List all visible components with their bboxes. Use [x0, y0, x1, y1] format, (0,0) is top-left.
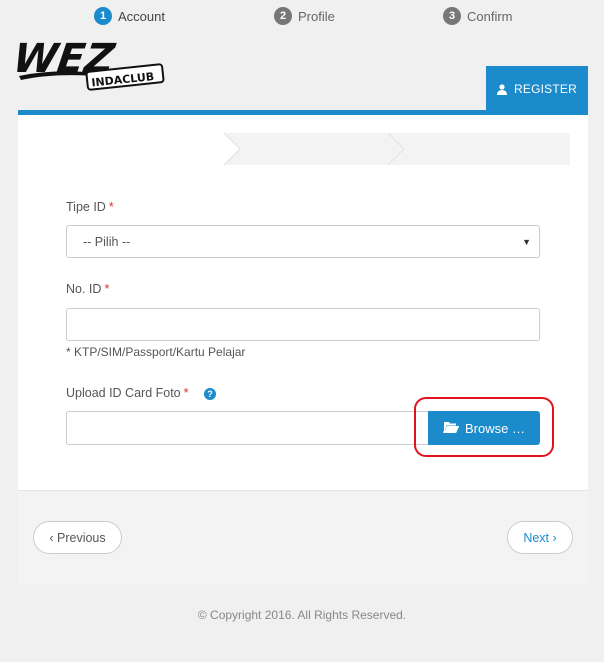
highlight-annotation — [414, 397, 554, 457]
copyright-text: © Copyright 2016. All Rights Reserved. — [197, 608, 407, 622]
step-account[interactable]: 1 Account — [94, 0, 165, 32]
caret-down-icon: ▼ — [522, 237, 531, 247]
step-label: Confirm — [467, 8, 513, 24]
required-marker: * — [183, 386, 189, 400]
tipe-id-select[interactable]: -- Pilih -- ▼ — [66, 225, 540, 258]
step-label: Profile — [298, 8, 335, 24]
step-active-background — [41, 133, 224, 165]
previous-button[interactable]: ‹ Previous — [33, 521, 122, 554]
no-id-hint: * KTP/SIM/Passport/Kartu Pelajar — [66, 345, 246, 359]
help-icon[interactable]: ? — [204, 388, 216, 400]
register-tab[interactable]: REGISTER — [486, 66, 588, 112]
no-id-input[interactable] — [66, 308, 540, 341]
upload-label-text: Upload ID Card Foto — [66, 386, 181, 400]
next-button[interactable]: Next › — [507, 521, 573, 554]
upload-label: Upload ID Card Foto * — [66, 386, 189, 400]
brand-logo: WEZ INDACLUB — [10, 34, 167, 94]
user-icon — [497, 83, 508, 95]
step-label: Account — [118, 8, 165, 24]
required-marker: * — [104, 282, 110, 296]
step-chevron — [224, 133, 240, 165]
no-id-label: No. ID * — [66, 282, 109, 296]
tipe-id-label: Tipe ID * — [66, 200, 114, 214]
step-number: 2 — [274, 7, 292, 25]
step-confirm[interactable]: 3 Confirm — [443, 0, 513, 32]
step-profile[interactable]: 2 Profile — [274, 0, 335, 32]
required-marker: * — [108, 200, 114, 214]
step-number: 1 — [94, 7, 112, 25]
file-path-input[interactable] — [66, 411, 430, 445]
step-chevron — [388, 133, 404, 165]
no-id-label-text: No. ID — [66, 282, 102, 296]
register-label: REGISTER — [514, 82, 577, 96]
tipe-id-value: -- Pilih -- — [83, 234, 131, 249]
step-number: 3 — [443, 7, 461, 25]
tipe-id-label-text: Tipe ID — [66, 200, 106, 214]
